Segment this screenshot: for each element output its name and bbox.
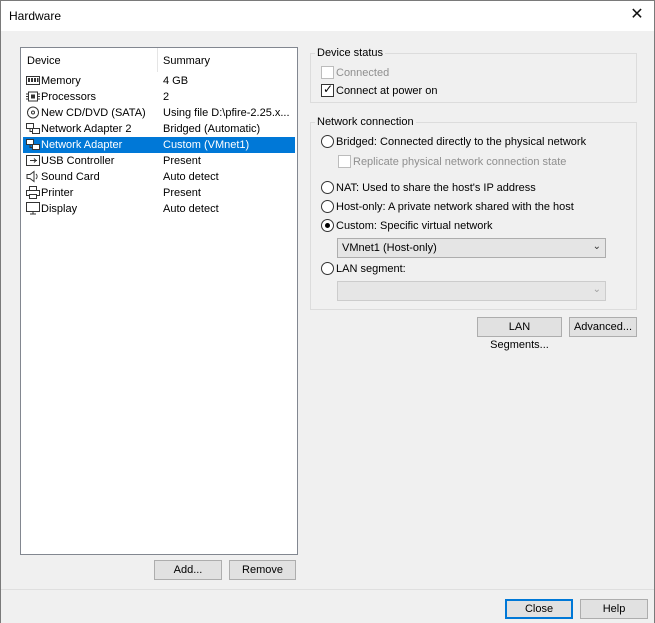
connected-checkbox[interactable] — [321, 66, 334, 79]
bridged-radio[interactable] — [321, 135, 334, 148]
lan-segment-radio[interactable] — [321, 262, 334, 275]
device-row-network-adapter[interactable]: Network Adapter Custom (VMnet1) — [23, 137, 295, 153]
custom-network-value: VMnet1 (Host-only) — [342, 242, 437, 254]
device-status-label: Device status — [315, 47, 386, 59]
device-summary: Auto detect — [163, 203, 219, 215]
device-name: Memory — [41, 75, 81, 87]
radio-selected-dot — [325, 223, 330, 228]
device-row-memory[interactable]: Memory 4 GB — [23, 73, 295, 89]
dialog-footer: Close Help — [1, 589, 654, 623]
connected-label: Connected — [336, 67, 390, 79]
device-row-cd-dvd[interactable]: New CD/DVD (SATA) Using file D:\pfire-2.… — [23, 105, 295, 121]
network-adapter-icon — [26, 123, 40, 134]
device-name: Display — [41, 203, 78, 215]
device-row-display[interactable]: Display Auto detect — [23, 201, 295, 217]
close-button[interactable]: Close — [505, 599, 573, 619]
custom-radio[interactable] — [321, 219, 334, 232]
device-row-processors[interactable]: Processors 2 — [23, 89, 295, 105]
replicate-label: Replicate physical network connection st… — [353, 156, 567, 168]
device-name: USB Controller — [41, 155, 115, 167]
device-name: Network Adapter — [41, 139, 123, 151]
device-summary: Present — [163, 187, 201, 199]
nat-label: NAT: Used to share the host's IP address — [336, 182, 536, 194]
remove-button[interactable]: Remove — [229, 560, 296, 580]
bridged-label: Bridged: Connected directly to the physi… — [336, 136, 587, 148]
device-list[interactable]: Device Summary Memory 4 GB Processors 2 … — [20, 47, 298, 555]
device-name: New CD/DVD (SATA) — [41, 107, 146, 119]
network-adapter-icon — [26, 139, 40, 150]
device-list-header: Device Summary — [21, 48, 297, 72]
replicate-checkbox[interactable] — [338, 155, 351, 168]
advanced-button[interactable]: Advanced... — [569, 317, 637, 337]
checkmark-icon: ✓ — [323, 82, 334, 96]
lan-segment-label: LAN segment: — [336, 263, 406, 275]
device-row-printer[interactable]: Printer Present — [23, 185, 295, 201]
device-name: Sound Card — [41, 171, 100, 183]
hardware-dialog: Hardware ✕ Device Summary Memory 4 GB Pr… — [0, 0, 655, 623]
help-button[interactable]: Help — [580, 599, 648, 619]
host-only-label: Host-only: A private network shared with… — [336, 201, 574, 213]
device-row-usb-controller[interactable]: USB Controller Present — [23, 153, 295, 169]
device-summary: 4 GB — [163, 75, 189, 87]
column-header-device[interactable]: Device — [27, 55, 61, 67]
device-row-sound-card[interactable]: Sound Card Auto detect — [23, 169, 295, 185]
column-separator[interactable] — [157, 48, 158, 72]
nat-radio[interactable] — [321, 181, 334, 194]
usb-icon — [26, 155, 40, 166]
memory-icon — [26, 76, 40, 85]
device-summary: Bridged (Automatic) — [163, 123, 261, 135]
connect-at-power-on-checkbox[interactable]: ✓ — [321, 82, 334, 97]
network-connection-label: Network connection — [315, 116, 416, 128]
device-summary: Present — [163, 155, 201, 167]
sound-icon — [26, 170, 38, 183]
host-only-radio[interactable] — [321, 200, 334, 213]
device-row-network-adapter-2[interactable]: Network Adapter 2 Bridged (Automatic) — [23, 121, 295, 137]
lan-segment-select[interactable]: ⌄ — [337, 281, 606, 301]
device-name: Network Adapter 2 — [41, 123, 132, 135]
device-name: Printer — [41, 187, 74, 199]
display-icon — [26, 202, 40, 215]
column-header-summary[interactable]: Summary — [163, 55, 210, 67]
lan-segments-button[interactable]: LAN Segments... — [477, 317, 562, 351]
custom-label: Custom: Specific virtual network — [336, 220, 493, 232]
device-summary: Custom (VMnet1) — [163, 139, 250, 151]
processor-icon — [26, 91, 40, 102]
device-summary: Auto detect — [163, 171, 219, 183]
window-title: Hardware — [9, 9, 62, 23]
chevron-down-icon: ⌄ — [592, 241, 601, 252]
chevron-down-icon: ⌄ — [592, 284, 601, 295]
connect-at-power-on-label: Connect at power on — [336, 85, 438, 97]
add-button[interactable]: Add... — [154, 560, 222, 580]
device-summary: Using file D:\pfire-2.25.x... — [163, 107, 290, 119]
close-icon[interactable]: ✕ — [628, 6, 646, 24]
cd-dvd-icon — [27, 106, 39, 119]
printer-icon — [26, 186, 40, 199]
device-name: Processors — [41, 91, 97, 103]
device-summary: 2 — [163, 91, 170, 103]
custom-network-select[interactable]: VMnet1 (Host-only) ⌄ — [337, 238, 606, 258]
title-bar: Hardware ✕ — [1, 1, 654, 31]
